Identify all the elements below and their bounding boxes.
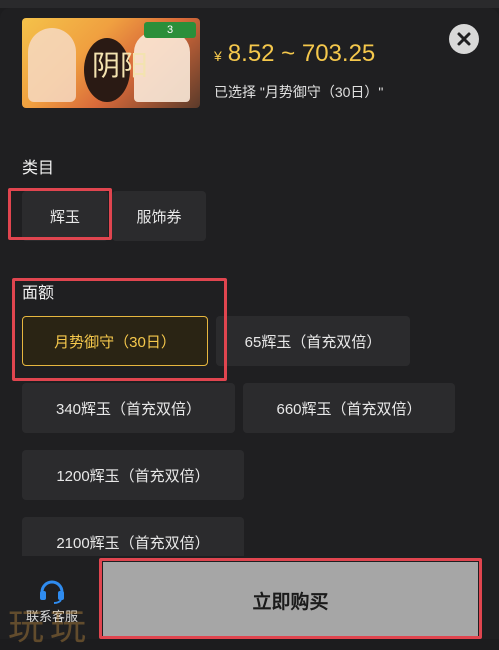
contact-service-button[interactable]: 联系客服 <box>22 578 82 625</box>
product-banner-image: 阴阳 3 <box>22 18 200 108</box>
denomination-option-monthly-pass[interactable]: 月势御守（30日） <box>22 316 208 366</box>
close-button[interactable] <box>449 24 479 54</box>
banner-badge: 3 <box>144 22 196 38</box>
banner-character-left <box>28 28 76 102</box>
denomination-title: 面额 <box>22 285 55 302</box>
background-page-strip <box>0 0 499 8</box>
denomination-option-1200[interactable]: 1200辉玉（首充双倍） <box>22 450 244 500</box>
banner-logo: 阴阳 <box>92 49 149 82</box>
denomination-option-65[interactable]: 65辉玉（首充双倍） <box>216 316 410 366</box>
price-range: ¥8.52 ~ 703.25 <box>214 40 375 68</box>
contact-service-label: 联系客服 <box>25 609 78 624</box>
headset-icon <box>40 580 64 604</box>
selected-option-text: 已选择 "月势御守（30日）" <box>214 84 384 100</box>
category-title: 类目 <box>22 160 55 177</box>
currency-symbol: ¥ <box>214 48 222 64</box>
denomination-option-660[interactable]: 660辉玉（首充双倍） <box>243 383 455 433</box>
denomination-option-340[interactable]: 340辉玉（首充双倍） <box>22 383 235 433</box>
category-option-outfit-voucher[interactable]: 服饰券 <box>112 191 206 241</box>
price-value: 8.52 ~ 703.25 <box>227 40 376 67</box>
buy-now-button[interactable]: 立即购买 <box>103 562 478 639</box>
close-icon <box>457 32 471 46</box>
category-option-huiyu[interactable]: 辉玉 <box>22 191 108 241</box>
